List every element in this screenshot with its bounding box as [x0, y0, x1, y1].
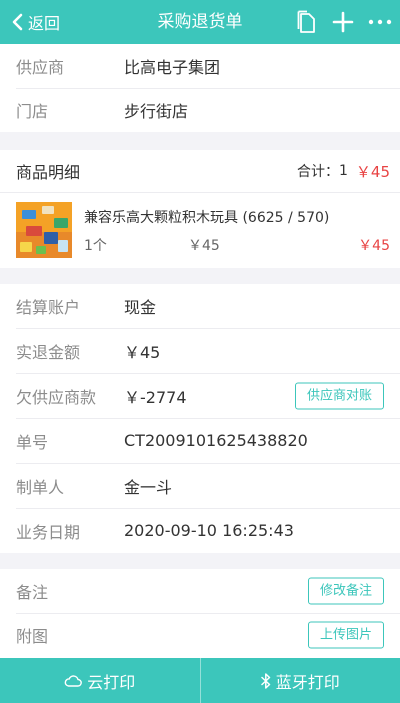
- back-button[interactable]: 返回: [10, 0, 60, 44]
- cloud-print-button[interactable]: 云打印: [0, 658, 200, 703]
- owed-row: 欠供应商款 ￥-2774 供应商对账: [0, 373, 400, 418]
- business-date-value: 2020-09-10 16:25:43: [124, 521, 294, 540]
- owed-label: 欠供应商款: [16, 387, 97, 407]
- business-date-label: 业务日期: [16, 522, 81, 542]
- attachment-label: 附图: [16, 627, 49, 646]
- supplier-label: 供应商: [16, 58, 65, 77]
- chevron-left-icon: [12, 13, 23, 31]
- order-number-row: 单号 CT2009101625438820: [0, 418, 400, 463]
- supplier-row: 供应商 比高电子集团: [0, 44, 400, 88]
- business-date-row: 业务日期 2020-09-10 16:25:43: [0, 508, 400, 553]
- extra-section: 备注 修改备注 附图 上传图片: [0, 569, 400, 658]
- creator-value: 金一斗: [124, 477, 173, 497]
- product-quantity: 1个: [84, 238, 107, 254]
- total-amount: ￥45: [355, 162, 390, 181]
- creator-label: 制单人: [16, 477, 65, 497]
- upload-image-button[interactable]: 上传图片: [307, 621, 384, 649]
- account-label: 结算账户: [16, 298, 81, 317]
- back-label: 返回: [28, 14, 61, 33]
- info-section: 供应商 比高电子集团 门店 步行街店: [0, 44, 400, 132]
- document-icon[interactable]: [293, 8, 321, 36]
- refund-label: 实退金额: [16, 342, 81, 362]
- creator-row: 制单人 金一斗: [0, 463, 400, 508]
- bluetooth-print-button[interactable]: 蓝牙打印: [199, 658, 400, 703]
- store-value: 步行街店: [124, 102, 189, 121]
- cloud-icon: [64, 674, 83, 687]
- bottom-action-bar: 云打印 蓝牙打印: [0, 658, 400, 703]
- store-row: 门店 步行街店: [0, 88, 400, 132]
- refund-value: ￥45: [124, 342, 161, 362]
- goods-item[interactable]: 兼容乐高大颗粒积木玩具 (6625 / 570) 1个 ￥45 ￥45: [0, 192, 400, 268]
- bluetooth-icon: [260, 672, 270, 689]
- settlement-section: 结算账户 现金 实退金额 ￥45 欠供应商款 ￥-2774 供应商对账 单号 C…: [0, 284, 400, 553]
- cloud-print-label: 云打印: [87, 672, 136, 692]
- supplier-reconcile-button[interactable]: 供应商对账: [294, 382, 384, 409]
- product-price: ￥45: [188, 238, 220, 254]
- goods-total: 合计： 1 ￥45: [297, 161, 390, 182]
- plus-icon[interactable]: [329, 8, 357, 36]
- edit-note-button[interactable]: 修改备注: [307, 577, 384, 605]
- goods-title: 商品明细: [16, 163, 81, 182]
- order-number-value: CT2009101625438820: [124, 431, 308, 450]
- bluetooth-print-label: 蓝牙打印: [275, 672, 340, 692]
- supplier-value: 比高电子集团: [124, 58, 221, 77]
- product-name: 兼容乐高大颗粒积木玩具 (6625 / 570): [84, 210, 330, 226]
- total-count: 1: [338, 163, 348, 179]
- product-subtotal: ￥45: [358, 238, 390, 254]
- top-bar: 返回 采购退货单: [0, 0, 400, 44]
- goods-header: 商品明细 合计： 1 ￥45: [0, 150, 400, 192]
- goods-section: 商品明细 合计： 1 ￥45 兼容乐高大颗粒积木玩具 (6625 / 570) …: [0, 150, 400, 268]
- more-icon[interactable]: [366, 8, 394, 36]
- note-label: 备注: [16, 583, 49, 602]
- store-label: 门店: [16, 102, 49, 121]
- account-value: 现金: [124, 298, 157, 317]
- refund-row: 实退金额 ￥45: [0, 328, 400, 373]
- owed-value: ￥-2774: [124, 387, 187, 407]
- order-number-label: 单号: [16, 432, 49, 452]
- attachment-row: 附图 上传图片: [0, 613, 400, 657]
- product-thumbnail: [16, 202, 72, 258]
- note-row: 备注 修改备注: [0, 569, 400, 613]
- account-row: 结算账户 现金: [0, 284, 400, 328]
- total-label: 合计：: [296, 164, 339, 180]
